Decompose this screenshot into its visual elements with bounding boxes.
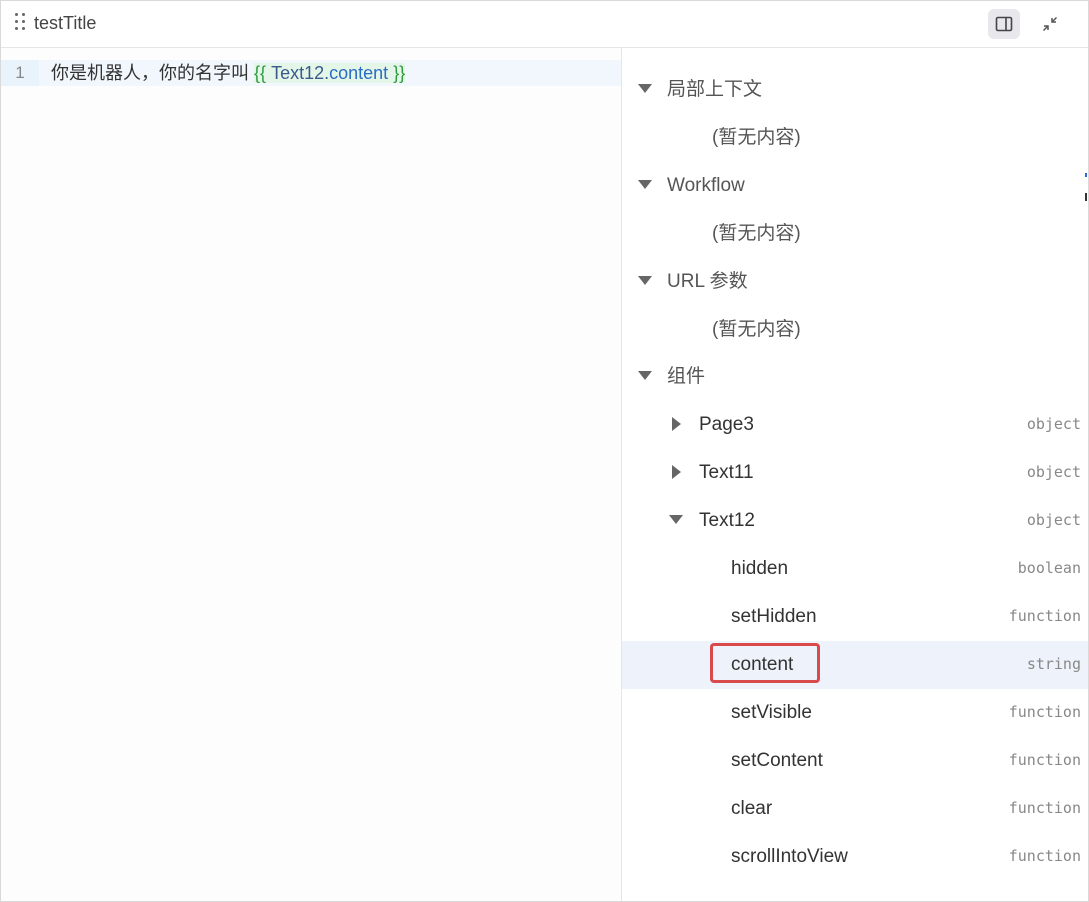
drag-dots-icon[interactable] bbox=[14, 12, 28, 34]
property-label: setContent bbox=[731, 750, 823, 771]
caret-down-icon bbox=[638, 276, 652, 285]
type-label: object bbox=[1026, 415, 1081, 433]
code-text[interactable]: 你是机器人，你的名字叫 {{ Text12.content }} bbox=[51, 60, 406, 86]
property-setvisible[interactable]: setVisible function bbox=[622, 689, 1088, 737]
window-title: testTitle bbox=[34, 13, 97, 33]
type-label: function bbox=[1008, 799, 1081, 817]
property-content[interactable]: content string bbox=[622, 641, 1088, 689]
property-label: scrollIntoView bbox=[731, 846, 848, 867]
type-label: object bbox=[1026, 463, 1081, 481]
template-property: content bbox=[329, 63, 389, 83]
caret-right-icon bbox=[672, 417, 681, 431]
code-line[interactable]: 1 你是机器人，你的名字叫 {{ Text12.content }} bbox=[1, 60, 621, 86]
template-open: {{ bbox=[254, 63, 267, 83]
empty-text: (暂无内容) bbox=[712, 127, 801, 148]
section-label: 组件 bbox=[667, 366, 706, 387]
property-sethidden[interactable]: setHidden function bbox=[622, 593, 1088, 641]
section-url-params[interactable]: URL 参数 bbox=[622, 258, 1088, 306]
section-local-context[interactable]: 局部上下文 bbox=[622, 66, 1088, 114]
empty-placeholder: (暂无内容) bbox=[622, 210, 1088, 258]
section-label: URL 参数 bbox=[667, 271, 748, 292]
template-close: }} bbox=[393, 63, 406, 83]
property-hidden[interactable]: hidden boolean bbox=[622, 545, 1088, 593]
type-label: function bbox=[1008, 607, 1081, 625]
property-scrollintoview[interactable]: scrollIntoView function bbox=[622, 833, 1088, 881]
caret-right-icon bbox=[672, 465, 681, 479]
template-expression: {{ Text12.content }} bbox=[254, 63, 406, 83]
property-label: content bbox=[731, 654, 794, 675]
section-label: 局部上下文 bbox=[667, 79, 763, 100]
property-setcontent[interactable]: setContent function bbox=[622, 737, 1088, 785]
property-clear[interactable]: clear function bbox=[622, 785, 1088, 833]
tree-item-page3[interactable]: Page3 object bbox=[622, 401, 1088, 449]
type-label: function bbox=[1008, 703, 1081, 721]
tree-item-text12[interactable]: Text12 object bbox=[622, 497, 1088, 545]
property-label: clear bbox=[731, 798, 773, 819]
collapse-arrows-icon bbox=[1042, 16, 1058, 32]
line-number: 1 bbox=[1, 60, 39, 86]
caret-down-icon bbox=[638, 180, 652, 189]
expression-editor-window: testTitle 1 你是机器人，你的名字叫 {{ Text12.conten… bbox=[0, 0, 1089, 902]
side-panel-icon bbox=[995, 16, 1013, 32]
tree-item-label: Text12 bbox=[699, 510, 755, 531]
type-label: function bbox=[1008, 847, 1081, 865]
header-bar: testTitle bbox=[1, 1, 1088, 48]
type-label: string bbox=[1026, 655, 1081, 673]
section-workflow[interactable]: Workflow bbox=[622, 162, 1088, 210]
collapse-button[interactable] bbox=[1034, 9, 1066, 39]
edge-artifact bbox=[1085, 173, 1087, 201]
prompt-text: 你是机器人，你的名字叫 bbox=[51, 63, 249, 83]
template-object: Text12 bbox=[271, 63, 325, 83]
type-label: boolean bbox=[1017, 559, 1081, 577]
property-label: hidden bbox=[731, 558, 789, 579]
property-label: setHidden bbox=[731, 606, 817, 627]
caret-down-icon bbox=[669, 515, 683, 524]
type-label: object bbox=[1026, 511, 1081, 529]
tree-item-label: Page3 bbox=[699, 414, 754, 435]
section-label: Workflow bbox=[667, 175, 745, 196]
code-editor[interactable]: 1 你是机器人，你的名字叫 {{ Text12.content }} bbox=[1, 48, 621, 901]
empty-placeholder: (暂无内容) bbox=[622, 306, 1088, 354]
empty-text: (暂无内容) bbox=[712, 223, 801, 244]
tree-item-text11[interactable]: Text11 object bbox=[622, 449, 1088, 497]
empty-text: (暂无内容) bbox=[712, 319, 801, 340]
caret-down-icon bbox=[638, 84, 652, 93]
variables-panel: 局部上下文 (暂无内容) Workflow (暂无内容) URL 参数 (暂无内… bbox=[622, 48, 1088, 901]
type-label: function bbox=[1008, 751, 1081, 769]
tree-item-label: Text11 bbox=[699, 462, 754, 483]
property-label: setVisible bbox=[731, 702, 812, 723]
section-components[interactable]: 组件 bbox=[622, 353, 1088, 401]
side-panel-toggle-button[interactable] bbox=[988, 9, 1020, 39]
empty-placeholder: (暂无内容) bbox=[622, 114, 1088, 162]
caret-down-icon bbox=[638, 371, 652, 380]
